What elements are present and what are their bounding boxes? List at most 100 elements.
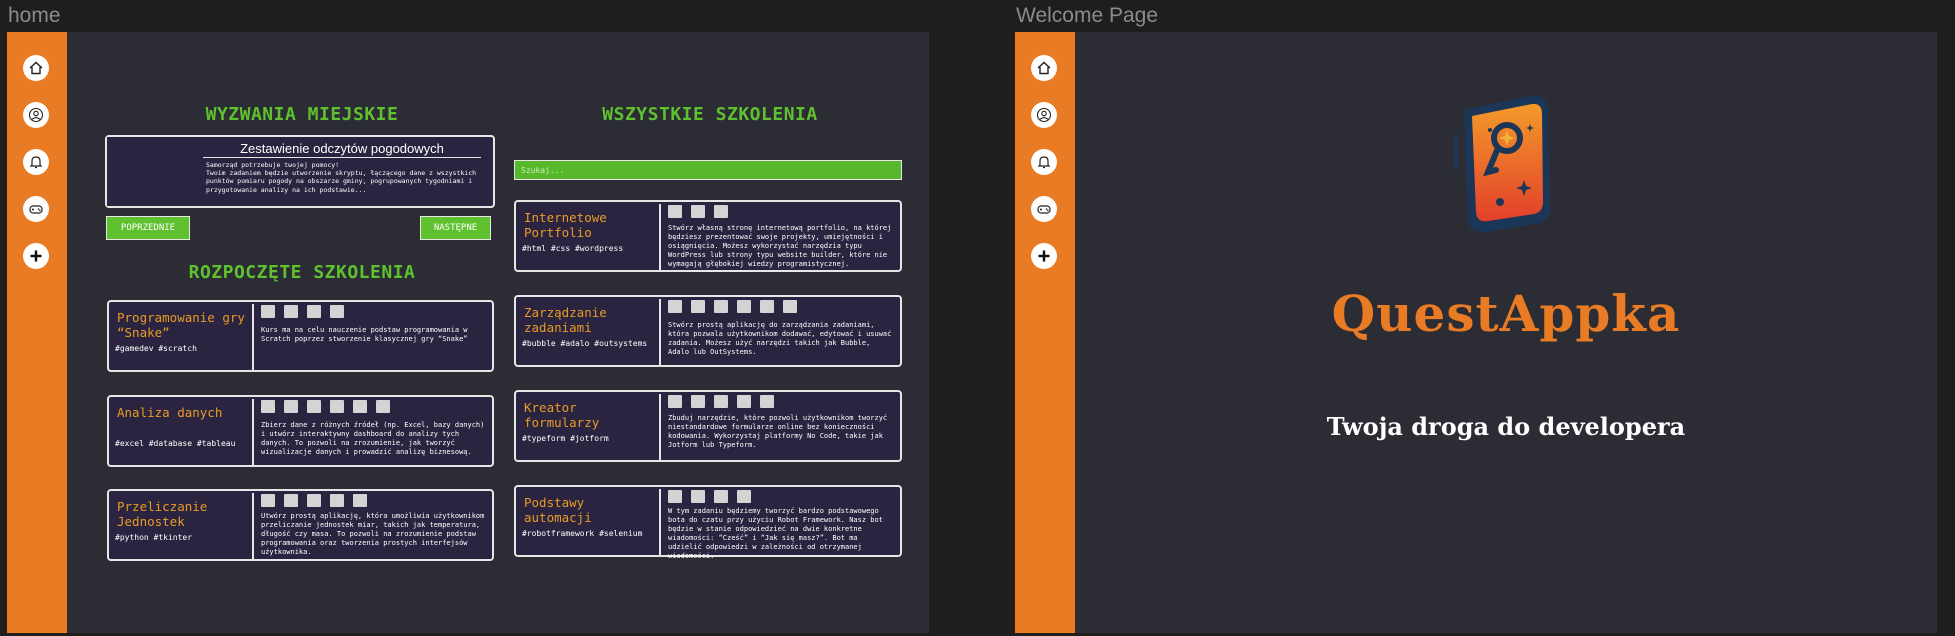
progress-box	[330, 400, 344, 413]
progress-box	[714, 395, 728, 408]
user-icon	[1036, 107, 1052, 123]
home-icon	[29, 61, 43, 75]
progress-box	[353, 400, 367, 413]
sidebar	[1015, 32, 1075, 633]
course-card[interactable]: Internetowe Portfolio #html #css #wordpr…	[514, 200, 902, 272]
challenge-card-desc-line2: Twoim zadaniem będzie utworzenie skryptu…	[206, 169, 477, 194]
progress-box	[668, 300, 682, 313]
progress-box	[261, 400, 275, 413]
course-desc: Kurs ma na celu nauczenie podstaw progra…	[261, 326, 468, 343]
challenge-card-desc-line1: Samorząd potrzebuje twojej pomocy!	[206, 161, 340, 169]
course-title: Internetowe Portfolio	[524, 210, 607, 240]
course-desc: Stwórz prostą aplikację do zarządzania z…	[668, 321, 892, 356]
challenge-card-title: Zestawienie odczytów pogodowych	[240, 141, 444, 156]
progress-box	[714, 300, 728, 313]
course-title: Zarządzanie zadaniami	[524, 305, 607, 335]
progress-boxes	[668, 300, 797, 313]
card-divider	[252, 399, 254, 467]
progress-box	[737, 490, 751, 503]
progress-box	[714, 205, 728, 218]
sidebar-notifications-button[interactable]	[1031, 149, 1057, 175]
sidebar	[7, 32, 67, 633]
tagline: Twoja droga do developera	[1326, 412, 1686, 441]
challenge-card-image	[107, 137, 191, 206]
progress-box	[691, 490, 705, 503]
sidebar-add-button[interactable]	[1031, 243, 1057, 269]
course-tags: #bubble #adalo #outsystems	[522, 339, 648, 348]
progress-box	[330, 305, 344, 318]
course-title: Analiza danych	[117, 405, 223, 420]
progress-box	[307, 494, 321, 507]
progress-box	[668, 395, 682, 408]
home-frame-label: home	[8, 4, 61, 27]
started-courses-title: ROZPOCZĘTE SZKOLENIA	[188, 262, 416, 283]
sidebar-add-button[interactable]	[23, 243, 49, 269]
course-card[interactable]: Zarządzanie zadaniami #bubble #adalo #ou…	[514, 295, 902, 367]
progress-box	[284, 400, 298, 413]
sidebar-profile-button[interactable]	[1031, 102, 1057, 128]
progress-box	[691, 395, 705, 408]
progress-box	[307, 305, 321, 318]
next-button[interactable]: NASTĘPNE	[420, 216, 491, 240]
progress-boxes	[261, 400, 390, 413]
progress-box	[714, 490, 728, 503]
card-divider	[659, 394, 661, 462]
card-divider	[252, 304, 254, 372]
progress-box	[783, 300, 797, 313]
course-desc: Zbuduj narzędzie, które pozwoli użytkown…	[668, 414, 888, 449]
course-desc: Zbierz dane z różnych źródeł (np. Excel,…	[261, 421, 485, 456]
progress-boxes	[261, 494, 367, 507]
started-course-card[interactable]: Programowanie gry “Snake” #gamedev #scra…	[107, 300, 494, 372]
course-tags: #html #css #wordpress	[522, 244, 624, 253]
sidebar-home-button[interactable]	[1031, 55, 1057, 81]
course-card[interactable]: Podstawy automacji #robotframework #sele…	[514, 485, 902, 560]
search-input[interactable]	[514, 160, 902, 180]
welcome-frame-label: Welcome Page	[1016, 4, 1159, 27]
progress-box	[284, 305, 298, 318]
course-title: Przeliczanie Jednostek	[117, 499, 208, 529]
progress-box	[261, 494, 275, 507]
sidebar-games-button[interactable]	[23, 196, 49, 222]
progress-box	[691, 300, 705, 313]
challenge-card-title-underline	[203, 157, 481, 158]
course-title: Podstawy automacji	[524, 495, 592, 525]
progress-boxes	[668, 395, 774, 408]
questappka-logo-icon	[1452, 95, 1550, 233]
gamepad-icon	[1037, 205, 1051, 214]
progress-box	[737, 395, 751, 408]
progress-boxes	[668, 490, 751, 503]
progress-box	[376, 400, 390, 413]
started-course-card[interactable]: Przeliczanie Jednostek #python #tkinter …	[107, 489, 494, 561]
course-desc: W tym zadaniu będziemy tworzyć bardzo po…	[668, 507, 883, 560]
home-frame: WYZWANIA MIEJSKIE Zestawienie odczytów p…	[7, 32, 929, 633]
course-tags: #robotframework #selenium	[522, 529, 643, 538]
progress-box	[737, 300, 751, 313]
sidebar-home-button[interactable]	[23, 55, 49, 81]
bell-icon	[1037, 156, 1051, 169]
previous-button[interactable]: POPRZEDNIE	[106, 216, 190, 240]
started-course-card[interactable]: Analiza danych #excel #database #tableau…	[107, 395, 494, 467]
course-tags: #typeform #jotform	[522, 434, 609, 443]
progress-box	[284, 494, 298, 507]
progress-box	[691, 205, 705, 218]
user-icon	[28, 107, 44, 123]
card-divider	[659, 299, 661, 367]
challenge-card[interactable]: Zestawienie odczytów pogodowych Samorząd…	[105, 135, 495, 208]
course-title: Programowanie gry “Snake”	[117, 310, 245, 340]
progress-box	[760, 300, 774, 313]
course-desc: Utwórz prostą aplikację, która umożliwia…	[261, 512, 485, 556]
sidebar-profile-button[interactable]	[23, 102, 49, 128]
course-title: Kreator formularzy	[524, 400, 600, 430]
app-name: QuestAppka	[1331, 284, 1681, 343]
sidebar-notifications-button[interactable]	[23, 149, 49, 175]
bell-icon	[29, 156, 43, 169]
progress-box	[261, 305, 275, 318]
course-tags: #excel #database #tableau	[115, 439, 236, 448]
card-divider	[252, 493, 254, 561]
sidebar-games-button[interactable]	[1031, 196, 1057, 222]
progress-boxes	[261, 305, 344, 318]
progress-box	[330, 494, 344, 507]
progress-box	[668, 490, 682, 503]
plus-icon	[1038, 250, 1050, 262]
course-card[interactable]: Kreator formularzy #typeform #jotform Zb…	[514, 390, 902, 462]
